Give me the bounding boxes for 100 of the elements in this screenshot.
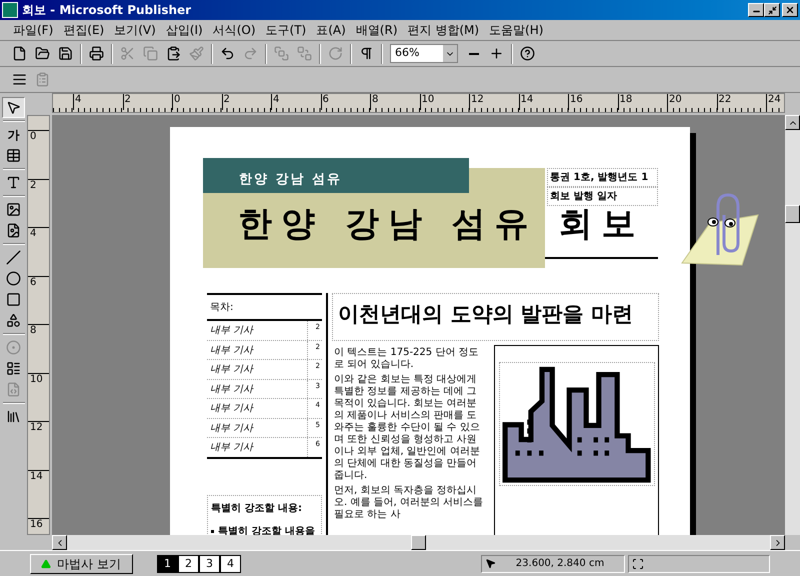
letter-icon: [6, 175, 21, 190]
code-file-icon: [6, 382, 21, 397]
menu-item[interactable]: 파일(F): [8, 21, 58, 39]
table-icon: [6, 148, 21, 163]
close-icon: [785, 5, 795, 15]
bullet-icon: [211, 530, 214, 532]
callout-bullet: 특별히 강조할 내용을: [218, 524, 315, 535]
toc-entry: 내부 기사: [207, 380, 308, 398]
issue-info-text: 통권 1호, 발행년도 1: [547, 168, 658, 187]
cut-icon: [120, 46, 135, 61]
ruler-number: 4: [73, 94, 122, 110]
menu-item[interactable]: 편지 병합(M): [402, 21, 484, 39]
print-icon: [89, 46, 104, 61]
toc-entry: 내부 기사: [207, 418, 308, 437]
save-icon: [58, 46, 73, 61]
ruler-number: 6: [28, 276, 49, 324]
ruler-number: 0: [172, 94, 222, 110]
copy-icon: [143, 46, 158, 61]
page-tab[interactable]: 4: [220, 554, 241, 572]
zoom-value: 66%: [394, 45, 420, 62]
undo-icon: [220, 46, 235, 61]
text-tool-button[interactable]: 가: [2, 124, 25, 145]
ruler-number: 20: [667, 94, 716, 110]
restore-button[interactable]: [764, 3, 780, 17]
library-icon: [6, 409, 21, 424]
paintbrush-icon: [189, 46, 204, 61]
ruler-number: 10: [420, 94, 469, 110]
zoom-in-icon: [489, 46, 504, 61]
page-tab[interactable]: 2: [178, 554, 199, 572]
pointer-icon: [485, 558, 496, 569]
ruler-number: 8: [28, 324, 49, 372]
shapes-icon: [6, 313, 21, 328]
toc-entry: 내부 기사: [207, 360, 308, 378]
send-back-icon: [297, 46, 312, 61]
scroll-thumb[interactable]: [411, 535, 426, 550]
lines-icon: [12, 72, 27, 87]
menu-item[interactable]: 편집(E): [58, 21, 110, 39]
scroll-up-icon[interactable]: [785, 115, 800, 130]
scroll-right-icon[interactable]: [770, 535, 785, 550]
wizard-button[interactable]: 마법사 보기: [30, 554, 133, 574]
pointer-tool-button[interactable]: [2, 97, 25, 118]
ruler-number: 14: [518, 94, 568, 110]
bring-front-icon: [274, 46, 289, 61]
pointer-icon: [6, 100, 21, 115]
menu-item[interactable]: 도움말(H): [484, 21, 548, 39]
scroll-thumb[interactable]: [785, 205, 800, 223]
ruler-number: 8: [370, 94, 420, 110]
hotspot-icon: [6, 340, 21, 355]
ruler-number: 6: [320, 94, 370, 110]
ruler-number: 12: [28, 421, 49, 470]
callout-heading: 특별히 강조할 내용:: [211, 502, 303, 516]
ruler-number: 4: [28, 227, 49, 276]
ruler-number: 22: [716, 94, 766, 110]
app-icon: [2, 2, 18, 18]
paste-icon: [166, 46, 181, 61]
article-paragraph: 이 텍스트는 175-225 단어 정도로 되어 있습니다.: [334, 347, 480, 371]
menu-item[interactable]: 삽입(I): [160, 21, 208, 39]
menu-item[interactable]: 배열(R): [350, 21, 402, 39]
circle-icon: [6, 271, 21, 286]
ruler-number: 0: [28, 130, 49, 178]
menu-item[interactable]: 서식(O): [208, 21, 261, 39]
size-icon: [632, 558, 644, 570]
menu-item[interactable]: 보기(V): [109, 21, 161, 39]
ruler-number: 12: [469, 94, 518, 110]
toc-entry: 내부 기사: [207, 321, 308, 340]
toc-heading: 목차:: [210, 300, 234, 314]
vertical-scrollbar[interactable]: [785, 115, 800, 535]
ruler-number: 2: [122, 94, 172, 110]
close-button[interactable]: [782, 3, 798, 17]
window-title: 회보 - Microsoft Publisher: [22, 2, 192, 19]
ruler-number: 16: [568, 94, 618, 110]
toc-entry: 내부 기사: [207, 399, 308, 418]
banner-text: 한양 강남 섬유: [239, 172, 342, 187]
redo-icon: [243, 46, 258, 61]
zoom-dropdown[interactable]: 66%: [390, 44, 458, 63]
ruler-number: 2: [222, 94, 271, 110]
page-tab[interactable]: 3: [199, 554, 220, 572]
cursor-position: 23.600, 2.840 cm: [514, 557, 606, 571]
article-headline: 이천년대의 도약의 발판을 마련: [338, 302, 633, 326]
scroll-left-icon[interactable]: [52, 535, 67, 550]
help-icon: [520, 46, 535, 61]
minus-icon: [468, 52, 478, 54]
issue-info-text: 회보 발행 일자: [547, 187, 658, 206]
horizontal-scrollbar[interactable]: [52, 535, 785, 550]
menu-item[interactable]: 도구(T): [260, 21, 312, 39]
restore-icon: [768, 6, 776, 14]
minimize-button[interactable]: [748, 3, 764, 17]
ruler-number: 10: [28, 372, 49, 421]
page-tab[interactable]: 1: [157, 554, 178, 572]
pilcrow-icon: [359, 46, 374, 61]
rotate-icon: [328, 46, 343, 61]
open-folder-icon: [35, 46, 50, 61]
properties-icon: [35, 72, 50, 87]
menu-item[interactable]: 표(A): [311, 21, 351, 39]
toc-entry: 내부 기사: [207, 438, 308, 456]
ruler-number: 2: [28, 178, 49, 227]
picture-icon: [6, 202, 21, 217]
newsletter-title: 한양 강남 섬유 회보: [238, 203, 645, 246]
form-icon: [6, 361, 21, 376]
article-paragraph: 먼저, 회보의 독자층을 정하십시오. 예를 들어, 여러분의 서비스를 필요로 하는 사: [334, 485, 484, 521]
